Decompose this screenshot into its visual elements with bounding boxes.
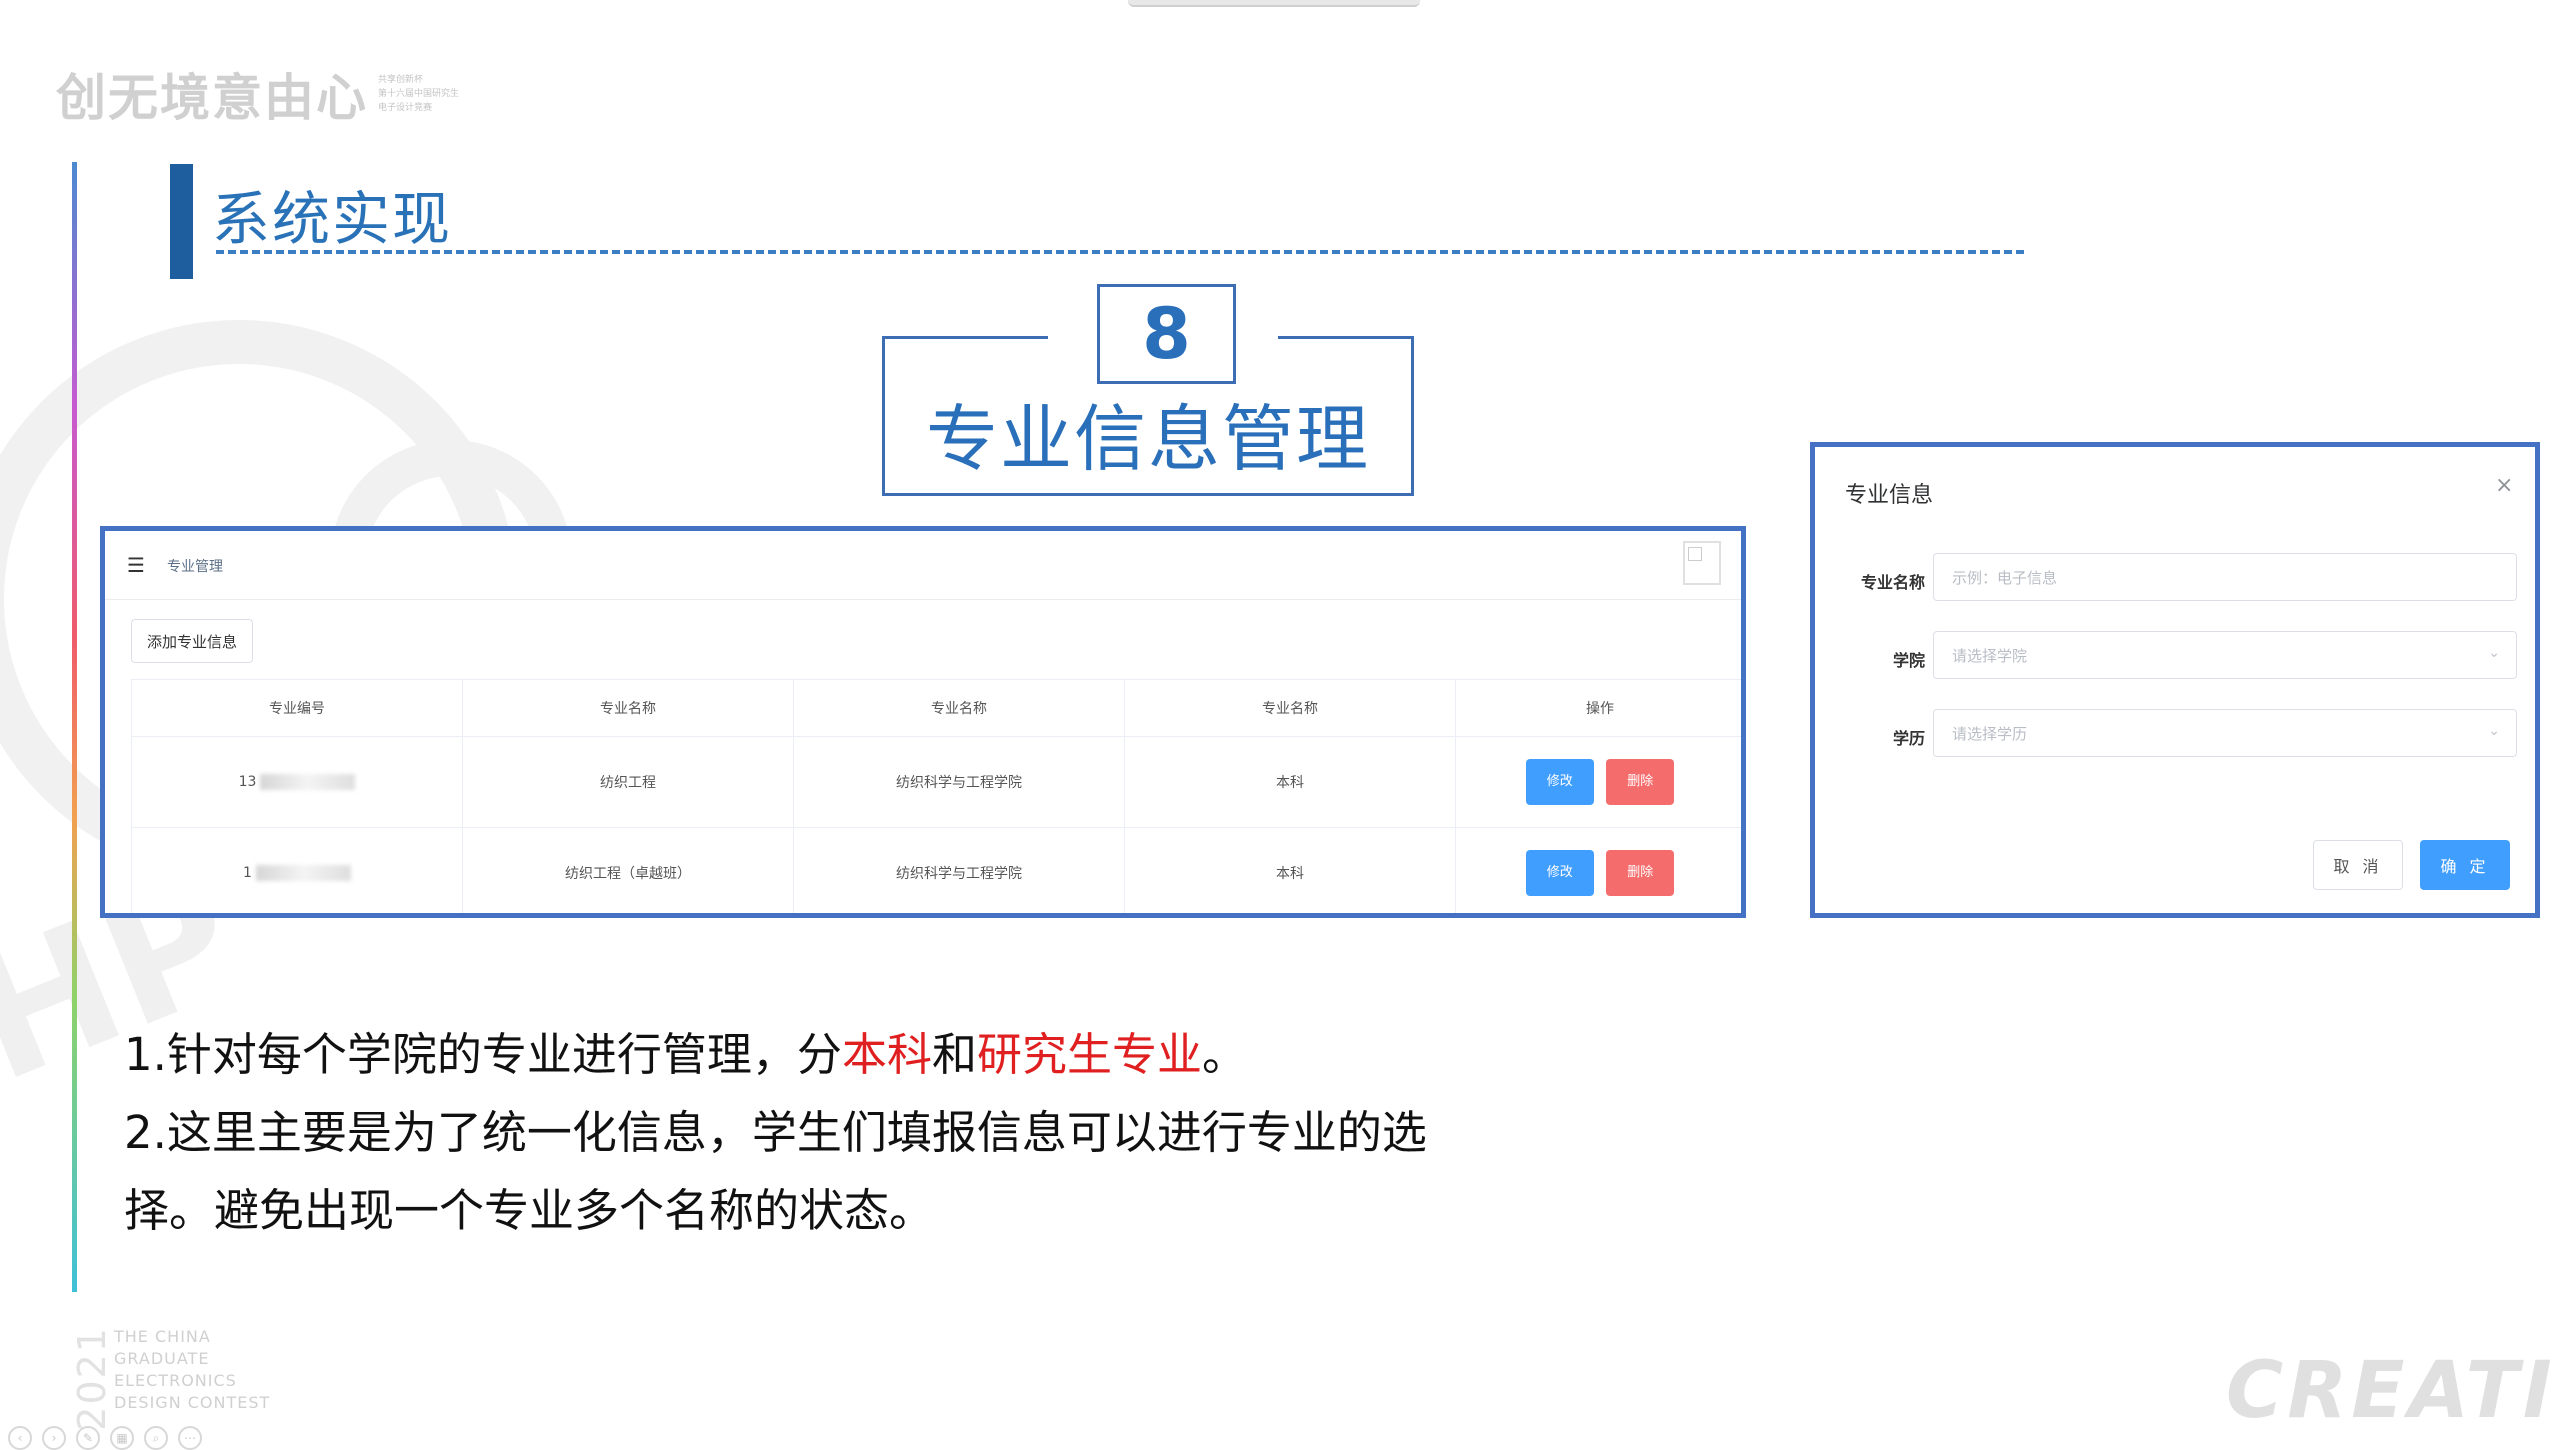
dialog-title: 专业信息 xyxy=(1845,483,1934,508)
redacted-mark xyxy=(260,774,356,790)
field-label: 学历 xyxy=(1892,729,1925,748)
level-cell: 本科 xyxy=(1124,827,1456,913)
previous-slide-icon[interactable]: ‹ xyxy=(8,1426,32,1450)
table-header-row: 专业编号 专业名称 专业名称 专业名称 操作 xyxy=(131,679,1741,737)
next-slide-icon[interactable]: › xyxy=(42,1426,66,1450)
major-id-cell: 13 xyxy=(131,736,463,828)
description-line-2: 2.这里主要是为了统一化信息，学生们填报信息可以进行专业的选 xyxy=(124,1106,1427,1159)
description-line-1: 1.针对每个学院的专业进行管理，分本科和研究生专业。 xyxy=(124,1016,1247,1094)
creative-wordmark: CREATIVE xyxy=(2226,1346,2560,1436)
major-table: 专业编号 专业名称 专业名称 专业名称 操作 13 纺织工程 纺织科学与工程学院… xyxy=(131,679,1741,913)
logo-subtitle: 共享创新杯 第十六届中国研究生 电子设计竞赛 xyxy=(378,73,459,115)
chevron-down-icon: ⌄ xyxy=(2488,645,2500,661)
slideshow-controls: ‹ › ✎ ▦ ⌕ ⋯ xyxy=(8,1426,202,1450)
gradient-divider-line xyxy=(72,162,77,1292)
level-cell: 本科 xyxy=(1124,736,1456,828)
module-title: 专业信息管理 xyxy=(925,397,1370,481)
logo-subtitle-line: 第十六届中国研究生 xyxy=(378,89,460,99)
major-name-cell: 纺织工程（卓越班） xyxy=(462,827,794,913)
fullscreen-toggle[interactable] xyxy=(1683,541,1721,585)
actions-cell: 修改 删除 xyxy=(1455,736,1741,828)
cancel-button[interactable]: 取 消 xyxy=(2313,840,2403,890)
delete-button[interactable]: 删除 xyxy=(1606,850,1675,896)
zoom-icon[interactable]: ⌕ xyxy=(144,1426,168,1450)
college-select-placeholder: 请选择学院 xyxy=(1952,646,2028,665)
table-row: 13 纺织工程 纺织科学与工程学院 本科 修改 删除 xyxy=(131,736,1741,828)
redacted-mark xyxy=(255,865,351,881)
major-id: 1 xyxy=(243,865,252,881)
edit-button[interactable]: 修改 xyxy=(1525,759,1594,805)
section-title-bar xyxy=(170,164,193,279)
logo-mark: 创无境意由心 xyxy=(56,69,368,127)
section-title: 系统实现 xyxy=(212,185,453,253)
description-text: 1.针对每个学院的专业进行管理，分 xyxy=(124,1028,842,1081)
clipped-background-text xyxy=(1855,447,2535,449)
contest-name-line: THE CHINA xyxy=(114,1327,211,1346)
college-cell: 纺织科学与工程学院 xyxy=(793,736,1125,828)
slide-top-tab xyxy=(1128,0,1420,7)
more-options-icon[interactable]: ⋯ xyxy=(178,1426,202,1450)
major-id-cell: 1 xyxy=(131,827,463,913)
major-info-dialog-screenshot: 专业信息 × 专业名称 示例：电子信息 学院 请选择学院 ⌄ 学历 请选择学历 … xyxy=(1810,442,2540,918)
edit-button[interactable]: 修改 xyxy=(1525,850,1594,896)
section-dashed-rule xyxy=(216,250,2024,254)
contest-name-line: GRADUATE xyxy=(114,1349,210,1368)
table-row: 1 纺织工程（卓越班） 纺织科学与工程学院 本科 修改 删除 xyxy=(131,827,1741,913)
breadcrumb[interactable]: 专业管理 xyxy=(167,556,223,576)
panel-header: ☰ 专业管理 xyxy=(105,531,1741,600)
close-icon[interactable]: × xyxy=(2495,473,2513,498)
chevron-down-icon: ⌄ xyxy=(2488,723,2500,739)
add-major-button[interactable]: 添加专业信息 xyxy=(131,619,253,663)
highlight-text: 研究生专业 xyxy=(976,1028,1202,1081)
field-label: 专业名称 xyxy=(1860,573,1925,592)
contest-year: 2021 xyxy=(70,1326,114,1431)
column-header: 专业名称 xyxy=(462,679,794,737)
fullscreen-icon xyxy=(1688,547,1702,561)
delete-button[interactable]: 删除 xyxy=(1606,759,1675,805)
major-management-screenshot: ☰ 专业管理 添加专业信息 专业编号 专业名称 专业名称 专业名称 操作 13 … xyxy=(100,526,1746,918)
description-line-3: 择。避免出现一个专业多个名称的状态。 xyxy=(124,1184,935,1237)
column-header: 专业编号 xyxy=(131,679,463,737)
column-header: 专业名称 xyxy=(793,679,1125,737)
contest-name-line: DESIGN CONTEST xyxy=(114,1393,271,1412)
field-label: 学院 xyxy=(1892,651,1925,670)
degree-select[interactable]: 请选择学历 ⌄ xyxy=(1933,709,2517,757)
major-name-input[interactable]: 示例：电子信息 xyxy=(1933,553,2517,601)
confirm-button[interactable]: 确 定 xyxy=(2420,840,2510,890)
contest-name: THE CHINA GRADUATE ELECTRONICS DESIGN CO… xyxy=(114,1326,270,1414)
competition-logo: 创无境意由心 共享创新杯 第十六届中国研究生 电子设计竞赛 xyxy=(56,58,459,130)
logo-subtitle-line: 电子设计竞赛 xyxy=(378,103,433,113)
menu-icon[interactable]: ☰ xyxy=(127,553,145,577)
highlight-text: 本科 xyxy=(841,1028,932,1081)
contest-name-line: ELECTRONICS xyxy=(114,1371,237,1390)
module-number: 8 xyxy=(1097,284,1236,384)
logo-subtitle-line: 共享创新杯 xyxy=(378,75,424,85)
college-cell: 纺织科学与工程学院 xyxy=(793,827,1125,913)
actions-cell: 修改 删除 xyxy=(1455,827,1741,913)
description-text: 和 xyxy=(931,1028,977,1081)
major-name-cell: 纺织工程 xyxy=(462,736,794,828)
college-select[interactable]: 请选择学院 ⌄ xyxy=(1933,631,2517,679)
description-text: 。 xyxy=(1201,1028,1247,1081)
column-header: 操作 xyxy=(1455,679,1741,737)
slides-overview-icon[interactable]: ▦ xyxy=(110,1426,134,1450)
pen-icon[interactable]: ✎ xyxy=(76,1426,100,1450)
major-id: 13 xyxy=(238,774,257,790)
column-header: 专业名称 xyxy=(1124,679,1456,737)
degree-select-placeholder: 请选择学历 xyxy=(1952,724,2028,743)
